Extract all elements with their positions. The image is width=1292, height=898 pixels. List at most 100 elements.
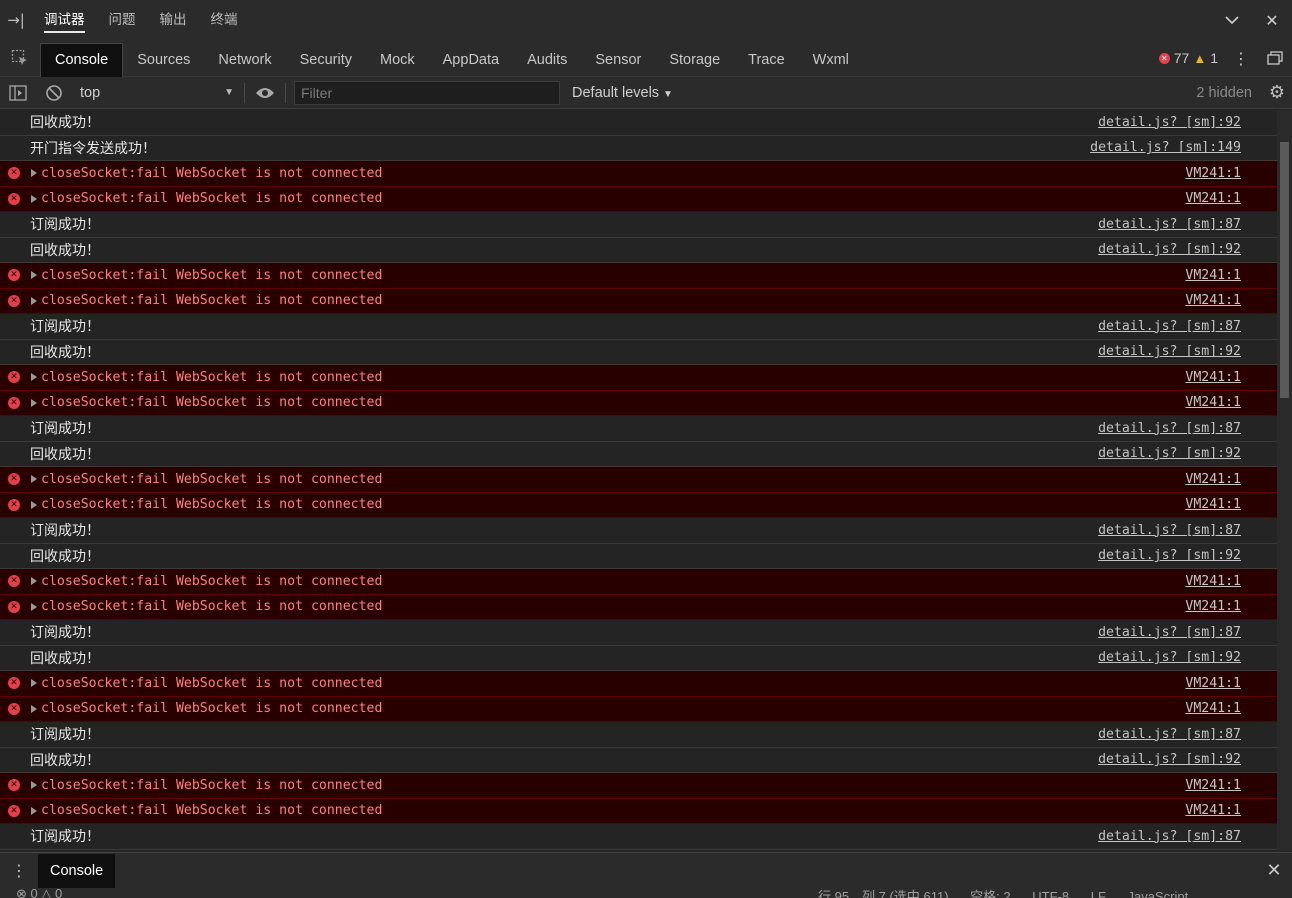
tab-audits[interactable]: Audits: [513, 44, 581, 77]
expand-triangle-icon[interactable]: [31, 398, 37, 407]
source-link[interactable]: detail.js? [sm]:87: [1098, 727, 1241, 742]
vertical-scrollbar[interactable]: [1277, 110, 1292, 851]
expand-triangle-icon[interactable]: [31, 577, 37, 585]
console-log-row[interactable]: 回收成功！ detail.js? [sm]:92: [0, 441, 1277, 467]
source-link[interactable]: detail.js? [sm]:87: [1098, 625, 1241, 640]
tab-console[interactable]: Console: [40, 42, 124, 77]
console-error-row[interactable]: ✕ closeSocket:fail WebSocket is not conne…: [0, 773, 1277, 799]
expand-triangle-icon[interactable]: [31, 704, 37, 713]
expand-triangle-icon[interactable]: [31, 373, 37, 381]
tab-appdata[interactable]: AppData: [429, 44, 513, 77]
console-error-row[interactable]: ✕ closeSocket:fail WebSocket is not conne…: [0, 798, 1277, 824]
log-levels-dropdown[interactable]: Default levels ▼: [572, 85, 673, 101]
inspect-element-icon[interactable]: [0, 40, 40, 77]
console-log-row[interactable]: 订阅成功！ detail.js? [sm]:87: [0, 518, 1277, 544]
dock-side-icon[interactable]: →|: [0, 0, 32, 40]
clear-console-icon[interactable]: [36, 77, 72, 109]
indentation[interactable]: 空格: 2: [970, 889, 1010, 898]
tab-wxml[interactable]: Wxml: [799, 44, 863, 77]
source-link[interactable]: VM241:1: [1185, 676, 1241, 691]
source-link[interactable]: detail.js? [sm]:92: [1098, 344, 1241, 359]
source-link[interactable]: detail.js? [sm]:92: [1098, 446, 1241, 461]
filter-input[interactable]: [294, 80, 560, 105]
console-log-row[interactable]: 回收成功！ detail.js? [sm]:92: [0, 645, 1277, 671]
context-selector[interactable]: top ▼: [72, 81, 242, 105]
tab-trace[interactable]: Trace: [734, 44, 799, 77]
source-link[interactable]: VM241:1: [1185, 472, 1241, 487]
console-log-row[interactable]: 回收成功！ detail.js? [sm]:92: [0, 339, 1277, 365]
console-log-row[interactable]: 回收成功！ detail.js? [sm]:92: [0, 543, 1277, 569]
source-link[interactable]: detail.js? [sm]:87: [1098, 421, 1241, 436]
expand-triangle-icon[interactable]: [31, 296, 37, 305]
source-link[interactable]: VM241:1: [1185, 293, 1241, 308]
problems-count[interactable]: ⊗ 0 △ 0: [16, 888, 62, 898]
source-link[interactable]: VM241:1: [1185, 574, 1241, 589]
source-link[interactable]: detail.js? [sm]:149: [1090, 140, 1241, 155]
console-error-row[interactable]: ✕ closeSocket:fail WebSocket is not conne…: [0, 492, 1277, 518]
panel-tab[interactable]: 输出: [148, 0, 199, 40]
source-link[interactable]: VM241:1: [1185, 191, 1241, 206]
console-log-row[interactable]: 订阅成功！ detail.js? [sm]:87: [0, 314, 1277, 340]
source-link[interactable]: VM241:1: [1185, 370, 1241, 385]
source-link[interactable]: VM241:1: [1185, 497, 1241, 512]
console-error-row[interactable]: ✕ closeSocket:fail WebSocket is not conne…: [0, 696, 1277, 722]
source-link[interactable]: VM241:1: [1185, 803, 1241, 818]
source-link[interactable]: VM241:1: [1185, 268, 1241, 283]
console-error-row[interactable]: ✕ closeSocket:fail WebSocket is not conne…: [0, 161, 1277, 187]
source-link[interactable]: VM241:1: [1185, 778, 1241, 793]
panel-tab[interactable]: 调试器: [32, 0, 97, 40]
expand-triangle-icon[interactable]: [31, 475, 37, 483]
console-error-row[interactable]: ✕ closeSocket:fail WebSocket is not conne…: [0, 263, 1277, 289]
source-link[interactable]: detail.js? [sm]:92: [1098, 650, 1241, 665]
console-error-row[interactable]: ✕ closeSocket:fail WebSocket is not conne…: [0, 671, 1277, 697]
issue-counts[interactable]: ✕ 77 ▲ 1: [1158, 50, 1224, 66]
console-log-row[interactable]: 回收成功！ detail.js? [sm]:92: [0, 237, 1277, 263]
console-error-row[interactable]: ✕ closeSocket:fail WebSocket is not conne…: [0, 365, 1277, 391]
drawer-tab-console[interactable]: Console: [38, 853, 116, 888]
console-log-row[interactable]: 订阅成功！ detail.js? [sm]:87: [0, 416, 1277, 442]
panel-tab[interactable]: 终端: [199, 0, 250, 40]
more-options-icon[interactable]: ⋮: [1224, 40, 1258, 77]
source-link[interactable]: detail.js? [sm]:87: [1098, 319, 1241, 334]
scrollbar-thumb[interactable]: [1280, 142, 1289, 398]
console-log-row[interactable]: 订阅成功！ detail.js? [sm]:87: [0, 212, 1277, 238]
expand-triangle-icon[interactable]: [31, 194, 37, 203]
console-log-row[interactable]: 回收成功！ detail.js? [sm]:92: [0, 110, 1277, 136]
expand-triangle-icon[interactable]: [31, 781, 37, 789]
line-ending[interactable]: LF: [1091, 889, 1106, 898]
source-link[interactable]: detail.js? [sm]:92: [1098, 115, 1241, 130]
console-log-row[interactable]: 开门指令发送成功！ detail.js? [sm]:149: [0, 135, 1277, 161]
tab-sources[interactable]: Sources: [123, 44, 204, 77]
sidebar-toggle-icon[interactable]: [0, 77, 36, 109]
encoding[interactable]: UTF-8: [1032, 889, 1069, 898]
console-error-row[interactable]: ✕ closeSocket:fail WebSocket is not conne…: [0, 467, 1277, 493]
console-error-row[interactable]: ✕ closeSocket:fail WebSocket is not conne…: [0, 569, 1277, 595]
console-log-row[interactable]: 订阅成功！ detail.js? [sm]:87: [0, 824, 1277, 850]
source-link[interactable]: detail.js? [sm]:87: [1098, 523, 1241, 538]
panel-tab[interactable]: 问题: [97, 0, 148, 40]
expand-triangle-icon[interactable]: [31, 679, 37, 687]
tab-security[interactable]: Security: [286, 44, 366, 77]
console-error-row[interactable]: ✕ closeSocket:fail WebSocket is not conne…: [0, 594, 1277, 620]
console-log-row[interactable]: 订阅成功！ detail.js? [sm]:87: [0, 620, 1277, 646]
tab-storage[interactable]: Storage: [655, 44, 734, 77]
source-link[interactable]: detail.js? [sm]:92: [1098, 242, 1241, 257]
cursor-position[interactable]: 行 95，列 7 (选中 611): [818, 889, 949, 898]
expand-triangle-icon[interactable]: [31, 271, 37, 279]
drawer-menu-icon[interactable]: ⋮: [0, 861, 38, 880]
source-link[interactable]: detail.js? [sm]:92: [1098, 548, 1241, 563]
source-link[interactable]: detail.js? [sm]:87: [1098, 829, 1241, 844]
live-expression-eye-icon[interactable]: [247, 77, 283, 109]
language-mode[interactable]: JavaScript: [1128, 889, 1189, 898]
gear-icon[interactable]: ⚙: [1262, 77, 1292, 109]
expand-triangle-icon[interactable]: [31, 500, 37, 509]
expand-triangle-icon[interactable]: [31, 806, 37, 815]
expand-triangle-icon[interactable]: [31, 169, 37, 177]
chevron-down-icon[interactable]: [1212, 0, 1252, 40]
console-error-row[interactable]: ✕ closeSocket:fail WebSocket is not conne…: [0, 186, 1277, 212]
source-link[interactable]: VM241:1: [1185, 395, 1241, 410]
console-log-row[interactable]: 订阅成功！ detail.js? [sm]:87: [0, 722, 1277, 748]
console-error-row[interactable]: ✕ closeSocket:fail WebSocket is not conne…: [0, 390, 1277, 416]
source-link[interactable]: VM241:1: [1185, 701, 1241, 716]
expand-triangle-icon[interactable]: [31, 602, 37, 611]
